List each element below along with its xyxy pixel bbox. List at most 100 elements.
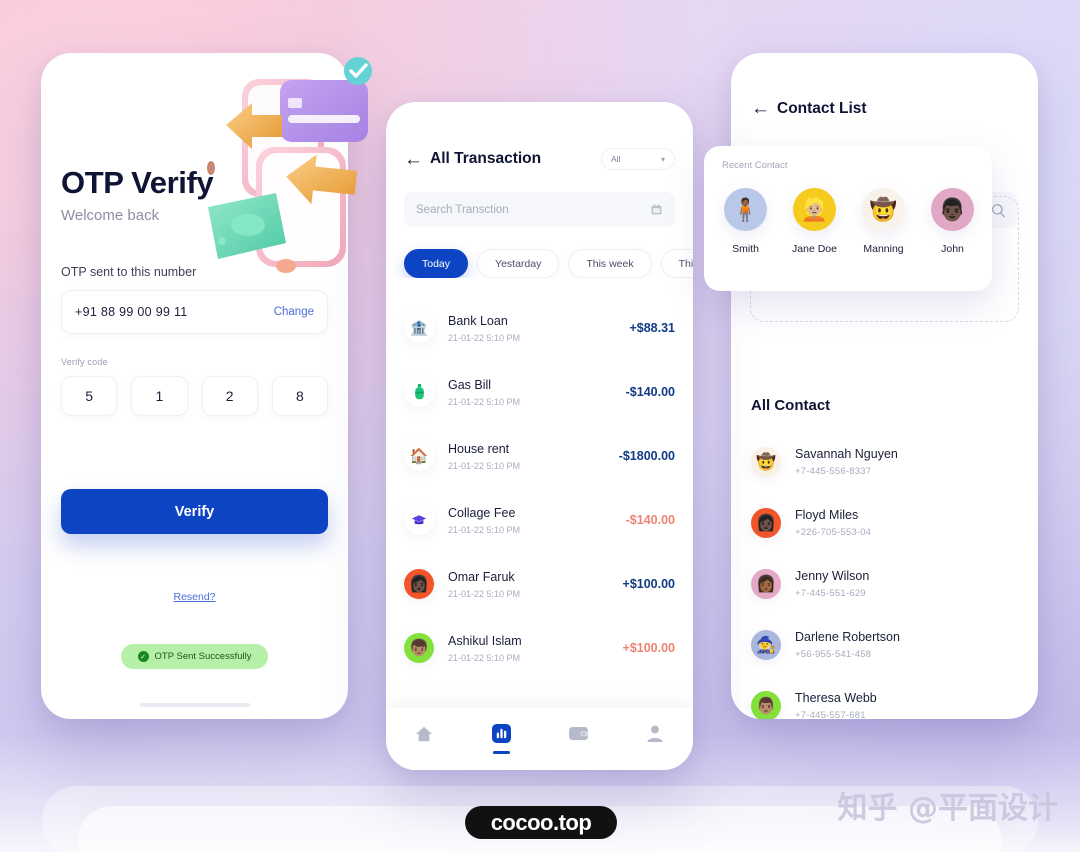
person-icon — [647, 725, 663, 745]
list-item[interactable]: 👨🏽 Theresa Webb +7-445-557-681 — [751, 675, 1026, 719]
change-number-link[interactable]: Change — [274, 306, 314, 318]
transaction-date: 21-01-22 5:10 PM — [448, 652, 521, 663]
brand-badge: cocoo.top — [465, 806, 617, 839]
tab-today[interactable]: Today — [404, 249, 469, 278]
contact-phone: +7-445-556-8337 — [795, 465, 872, 477]
transaction-date: 21-01-22 5:10 PM — [448, 332, 521, 343]
avatar: 👩🏾 — [751, 568, 781, 599]
avatar: 👱🏼 — [793, 188, 836, 231]
check-circle-icon: ✓ — [137, 651, 149, 662]
nav-indicator — [570, 749, 587, 752]
tab-yesterday[interactable]: Yestarday — [477, 249, 560, 278]
avatar: 👨🏿 — [931, 188, 974, 231]
table-row[interactable]: 🏠 House rent 21-01-22 5:10 PM -$1800.00 — [404, 424, 675, 488]
transaction-name: Gas Bill — [448, 377, 492, 392]
recent-contact-card: Recent Contact 🧍🏾 Smith 👱🏼 Jane Doe 🤠 Ma… — [704, 146, 992, 291]
page-subtitle: Welcome back — [61, 207, 160, 224]
status-badge: ✓ OTP Sent Successfully — [121, 644, 268, 669]
back-arrow-icon[interactable]: ← — [404, 150, 430, 169]
contact-phone: +7-445-551-629 — [795, 587, 866, 599]
tab-this-week[interactable]: This week — [568, 249, 652, 278]
toast-text: OTP Sent Successfully — [154, 651, 252, 662]
transaction-name: Bank Loan — [448, 313, 508, 328]
verify-button[interactable]: Verify — [61, 489, 328, 534]
avatar: 👦🏽 — [404, 633, 434, 663]
all-transaction-screen: ← All Transaction All ▾ Search Transctio… — [386, 102, 693, 770]
otp-verify-screen: OTP Verify Welcome back OTP sent to this… — [41, 53, 348, 719]
table-row[interactable]: Gas Bill 21-01-22 5:10 PM -$140.00 — [404, 360, 675, 424]
transaction-amount: -$140.00 — [625, 513, 675, 527]
recent-contact-name: Smith — [732, 243, 759, 255]
list-item[interactable]: 🤠 Savannah Nguyen +7-445-556-8337 — [751, 431, 1026, 492]
contact-name: Theresa Webb — [795, 690, 877, 705]
avatar: 🤠 — [862, 188, 905, 231]
filter-select[interactable]: All ▾ — [601, 148, 675, 170]
transaction-name: Omar Faruk — [448, 569, 515, 584]
otp-digit-3[interactable]: 2 — [201, 376, 258, 416]
search-input[interactable]: Search Transction — [404, 192, 675, 227]
recent-contact-item[interactable]: 👨🏿 John — [929, 188, 976, 255]
nav-profile[interactable] — [647, 725, 664, 753]
nav-wallet[interactable] — [569, 726, 589, 752]
avatar: 👩🏿 — [751, 507, 781, 538]
page-title: OTP Verify — [61, 165, 214, 200]
transaction-list: 🏦 Bank Loan 21-01-22 5:10 PM +$88.31 Gas… — [386, 278, 693, 680]
contact-header: ← Contact List — [731, 53, 1038, 118]
all-contact-header: All Contact — [751, 397, 831, 414]
bank-icon: 🏦 — [404, 313, 434, 343]
graduation-cap-icon — [404, 505, 434, 535]
contact-phone: +7-445-557-681 — [795, 709, 866, 720]
tab-this-month[interactable]: This — [660, 249, 693, 278]
otp-digit-2[interactable]: 1 — [131, 376, 188, 416]
list-item[interactable]: 👩🏾 Jenny Wilson +7-445-551-629 — [751, 553, 1026, 614]
transaction-amount: +$100.00 — [622, 577, 675, 591]
nav-stats[interactable] — [491, 724, 511, 754]
table-row[interactable]: 👦🏽 Ashikul Islam 21-01-22 5:10 PM +$100.… — [404, 616, 675, 680]
house-icon: 🏠 — [404, 441, 434, 471]
nav-indicator — [492, 751, 510, 754]
wallet-icon — [569, 726, 589, 744]
transaction-amount: +$88.31 — [629, 321, 675, 335]
table-row[interactable]: 👩🏿 Omar Faruk 21-01-22 5:10 PM +$100.00 — [404, 552, 675, 616]
transaction-date: 21-01-22 5:10 PM — [448, 396, 521, 407]
avatar: 🧙 — [751, 629, 781, 660]
phone-number-field[interactable]: +91 88 99 00 99 11 Change — [61, 290, 328, 334]
recent-contact-row: 🧍🏾 Smith 👱🏼 Jane Doe 🤠 Manning 👨🏿 John — [722, 188, 992, 255]
table-row[interactable]: 🏦 Bank Loan 21-01-22 5:10 PM +$88.31 — [404, 296, 675, 360]
contact-name: Jenny Wilson — [795, 568, 870, 583]
bottom-navigation — [386, 708, 693, 770]
avatar: 👨🏽 — [751, 690, 781, 719]
list-item[interactable]: 👩🏿 Floyd Miles +226-705-553-04 — [751, 492, 1026, 553]
contact-name: Darlene Robertson — [795, 629, 900, 644]
otp-digit-4[interactable]: 8 — [271, 376, 328, 416]
contact-name: Savannah Nguyen — [795, 446, 898, 461]
otp-digit-1[interactable]: 5 — [61, 376, 118, 416]
recent-contact-item[interactable]: 👱🏼 Jane Doe — [791, 188, 838, 255]
list-item[interactable]: 🧙 Darlene Robertson +56-955-541-458 — [751, 614, 1026, 675]
nav-home[interactable] — [415, 726, 433, 753]
avatar: 🧍🏾 — [724, 188, 767, 231]
transaction-amount: -$1800.00 — [618, 449, 675, 463]
otp-code-inputs: 5 1 2 8 — [61, 376, 328, 416]
transaction-date: 21-01-22 5:10 PM — [448, 588, 521, 599]
filter-tabs: Today Yestarday This week This — [386, 227, 693, 278]
calendar-icon[interactable] — [650, 203, 663, 216]
avatar: 👩🏿 — [404, 569, 434, 599]
recent-contact-item[interactable]: 🧍🏾 Smith — [722, 188, 769, 255]
table-row[interactable]: Collage Fee 21-01-22 5:10 PM -$140.00 — [404, 488, 675, 552]
transaction-amount: -$140.00 — [625, 385, 675, 399]
recent-contact-name: Manning — [863, 243, 904, 255]
nav-indicator — [647, 750, 664, 753]
transaction-name: House rent — [448, 441, 510, 456]
design-canvas: OTP Verify Welcome back OTP sent to this… — [0, 0, 1080, 852]
verify-code-label: Verify code — [61, 357, 108, 367]
recent-contact-item[interactable]: 🤠 Manning — [860, 188, 907, 255]
recent-contact-label: Recent Contact — [722, 160, 788, 171]
resend-link[interactable]: Resend? — [61, 591, 328, 603]
contact-list: 🤠 Savannah Nguyen +7-445-556-8337 👩🏿 Flo… — [751, 431, 1026, 719]
transaction-amount: +$100.00 — [622, 641, 675, 655]
transaction-name: Ashikul Islam — [448, 633, 522, 648]
contact-phone: +56-955-541-458 — [795, 648, 872, 660]
back-arrow-icon[interactable]: ← — [751, 99, 777, 118]
home-indicator — [139, 703, 250, 707]
